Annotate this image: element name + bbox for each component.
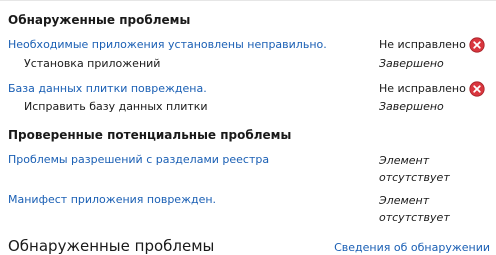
- sub-item-app-installation: Установка приложений: [24, 57, 161, 70]
- section-title-checked-problems: Проверенные потенциальные проблемы: [8, 128, 292, 142]
- sub-status-fix-tile-database: Завершено: [379, 100, 444, 113]
- section-title-found-problems: Обнаруженные проблемы: [8, 13, 191, 27]
- sub-status-app-installation: Завершено: [379, 57, 444, 70]
- problem-status-tile-database: Не исправлено: [379, 82, 466, 95]
- checked-link-registry-permissions[interactable]: Проблемы разрешений с разделами реестра: [8, 153, 269, 166]
- sub-item-fix-tile-database: Исправить базу данных плитки: [24, 100, 208, 113]
- checked-status-registry-permissions: Элемент отсутствует: [379, 154, 450, 184]
- problem-status-apps-not-installed: Не исправлено: [379, 38, 466, 51]
- problem-link-tile-database[interactable]: База данных плитки повреждена.: [8, 82, 207, 95]
- checked-link-app-manifest[interactable]: Манифест приложения поврежден.: [8, 193, 216, 206]
- problem-link-apps-not-installed[interactable]: Необходимые приложения установлены непра…: [8, 38, 327, 51]
- error-x-icon: [469, 37, 485, 53]
- error-x-icon: [469, 81, 485, 97]
- checked-status-app-manifest: Элемент отсутствует: [379, 194, 450, 224]
- detection-details-link[interactable]: Сведения об обнаружении: [334, 241, 490, 254]
- troubleshooter-results-pane: Обнаруженные проблемы Необходимые прилож…: [0, 0, 496, 255]
- footer-title: Обнаруженные проблемы: [8, 237, 215, 255]
